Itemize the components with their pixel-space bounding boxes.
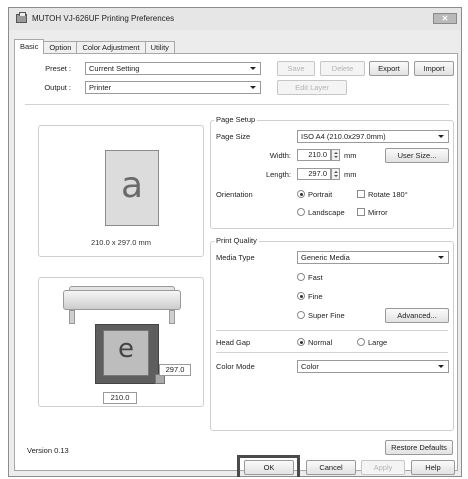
ok-button[interactable]: OK (244, 460, 294, 475)
preset-label: Preset : (45, 64, 71, 73)
spin-down-icon (334, 175, 338, 177)
mirror-label: Mirror (368, 208, 388, 217)
page-setup-title: Page Setup (214, 115, 258, 124)
rotate-180-label: Rotate 180° (368, 190, 408, 199)
output-label: Output : (44, 83, 71, 92)
head-gap-label: Head Gap (216, 338, 251, 347)
dropdown-arrow-icon (438, 135, 444, 138)
close-icon[interactable]: ✕ (433, 13, 457, 24)
head-gap-large-radio[interactable] (357, 338, 365, 346)
width-spinner[interactable] (331, 149, 340, 161)
output-value: Printer (89, 83, 112, 92)
dropdown-arrow-icon (250, 67, 256, 70)
head-gap-normal-label: Normal (308, 338, 333, 347)
width-input[interactable]: 210.0 (297, 149, 331, 161)
restore-defaults-button[interactable]: Restore Defaults (385, 440, 453, 455)
landscape-label: Landscape (308, 208, 345, 217)
cancel-button[interactable]: Cancel (306, 460, 356, 475)
fast-label: Fast (308, 273, 323, 282)
length-unit: mm (344, 170, 357, 179)
edit-layer-button[interactable]: Edit Layer (277, 80, 347, 95)
basic-tab-panel: Preset : Current Setting Save Delete Exp… (14, 53, 458, 471)
fast-radio[interactable] (297, 273, 305, 281)
width-label: Width: (269, 151, 291, 160)
height-readout: 297.0 (159, 364, 191, 376)
spin-down-icon (334, 156, 338, 158)
rotate-180-checkbox[interactable] (357, 190, 365, 198)
fine-radio[interactable] (297, 292, 305, 300)
color-mode-label: Color Mode (216, 362, 255, 371)
spin-up-icon (334, 152, 338, 154)
delete-button[interactable]: Delete (320, 61, 365, 76)
page-size-readout: 210.0 x 297.0 mm (90, 238, 152, 247)
import-button[interactable]: Import (414, 61, 454, 76)
printer-media-letter: e (118, 334, 134, 364)
length-spinner[interactable] (331, 168, 340, 180)
export-button[interactable]: Export (369, 61, 409, 76)
paper-thumbnail: a (105, 150, 159, 226)
preset-dropdown[interactable]: Current Setting (85, 62, 261, 75)
head-gap-divider (216, 352, 448, 353)
dropdown-arrow-icon (250, 86, 256, 89)
print-quality-title: Print Quality (214, 236, 259, 245)
help-button[interactable]: Help (411, 460, 455, 475)
printing-preferences-dialog: MUTOH VJ-626UF Printing Preferences ✕ Ba… (8, 7, 462, 477)
top-divider (25, 104, 449, 105)
media-type-dropdown[interactable]: Generic Media (297, 251, 449, 264)
media-type-value: Generic Media (301, 253, 350, 262)
head-gap-large-label: Large (368, 338, 388, 347)
spin-up-icon (334, 171, 338, 173)
head-gap-normal-radio[interactable] (297, 338, 305, 346)
output-dropdown[interactable]: Printer (85, 81, 261, 94)
page-size-value: ISO A4 (210.0x297.0mm) (301, 132, 386, 141)
page-size-dropdown[interactable]: ISO A4 (210.0x297.0mm) (297, 130, 449, 143)
orientation-label: Orientation (216, 190, 253, 199)
advanced-button[interactable]: Advanced... (385, 308, 449, 323)
length-label: Length: (265, 170, 291, 179)
super-fine-radio[interactable] (297, 311, 305, 319)
quality-divider (216, 330, 448, 331)
color-mode-value: Color (301, 362, 319, 371)
portrait-label: Portrait (308, 190, 333, 199)
dropdown-arrow-icon (438, 256, 444, 259)
fine-label: Fine (308, 292, 323, 301)
landscape-radio[interactable] (297, 208, 305, 216)
super-fine-label: Super Fine (308, 311, 345, 320)
printer-preview: e 297.0 210.0 (38, 277, 204, 407)
length-input[interactable]: 297.0 (297, 168, 331, 180)
tab-basic[interactable]: Basic (14, 39, 45, 54)
page-size-label: Page Size (216, 132, 251, 141)
media-type-label: Media Type (216, 253, 255, 262)
preset-value: Current Setting (89, 64, 140, 73)
dropdown-arrow-icon (438, 365, 444, 368)
width-unit: mm (344, 151, 357, 160)
printer-body (63, 290, 181, 310)
window-title: MUTOH VJ-626UF Printing Preferences (32, 14, 175, 23)
printer-leg-right (169, 310, 175, 324)
save-button[interactable]: Save (277, 61, 315, 76)
apply-button[interactable]: Apply (361, 460, 405, 475)
version-text: Version 0.13 (27, 446, 69, 455)
print-quality-group (210, 241, 454, 431)
mirror-checkbox[interactable] (357, 208, 365, 216)
portrait-radio[interactable] (297, 190, 305, 198)
tab-strip: Basic Option Color Adjustment Utility (14, 39, 175, 54)
user-size-button[interactable]: User Size... (385, 148, 449, 163)
title-bar[interactable]: MUTOH VJ-626UF Printing Preferences ✕ (9, 8, 461, 30)
printer-app-icon (16, 12, 27, 23)
page-preview: a 210.0 x 297.0 mm (38, 125, 204, 257)
paper-letter: a (120, 165, 144, 206)
color-mode-dropdown[interactable]: Color (297, 360, 449, 373)
width-readout: 210.0 (103, 392, 137, 404)
printer-leg-left (69, 310, 75, 324)
